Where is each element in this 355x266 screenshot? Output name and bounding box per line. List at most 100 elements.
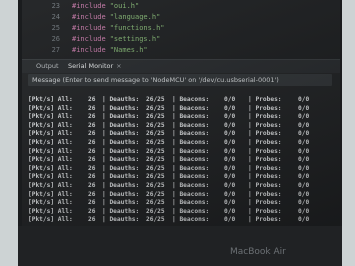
all-count: 26 — [88, 182, 96, 189]
beacons-label: | Beacons: — [172, 113, 210, 121]
probes-value: 0/0 — [298, 164, 310, 172]
row-prefix: [Pkt/s] All: — [28, 130, 73, 138]
row-prefix: [Pkt/s] All: — [28, 147, 73, 155]
include-file: "language.h" — [109, 13, 161, 21]
all-count: 26 — [88, 121, 96, 129]
probes-value: 0/0 — [298, 190, 310, 198]
beacons-label: | Beacons: — [172, 207, 210, 215]
all-count: 26 — [88, 190, 96, 198]
all-count: 26 — [88, 199, 96, 207]
tab-serial-monitor-label: Serial Monitor — [68, 62, 114, 70]
row-prefix: [Pkt/s] All: — [28, 173, 73, 181]
tab-serial-monitor[interactable]: Serial Monitor × — [68, 60, 122, 73]
include-keyword: #include — [72, 2, 106, 10]
all-count: 26 — [88, 104, 96, 112]
beacons-label: | Beacons: — [172, 96, 210, 103]
beacons-value: 0/0 — [224, 104, 236, 112]
deauths-value: 26/25 — [146, 182, 165, 189]
beacons-label: | Beacons: — [172, 173, 210, 181]
beacons-value: 0/0 — [224, 173, 236, 181]
probes-label: | Probes: — [248, 121, 282, 129]
include-keyword: #include — [72, 24, 106, 32]
all-count: 26 — [88, 207, 96, 215]
probes-value: 0/0 — [298, 104, 310, 112]
deauths-value: 26/25 — [146, 104, 165, 112]
code-line: 23 #include "oui.h" — [44, 1, 140, 11]
close-icon[interactable]: × — [116, 62, 121, 70]
deauths-label: | Deauths: — [102, 156, 140, 164]
row-prefix: [Pkt/s] All: — [28, 216, 73, 224]
deauths-value: 26/25 — [146, 199, 165, 207]
all-count: 26 — [88, 96, 96, 103]
deauths-label: | Deauths: — [102, 164, 140, 172]
row-prefix: [Pkt/s] All: — [28, 164, 73, 172]
probes-label: | Probes: — [248, 199, 282, 207]
probes-label: | Probes: — [248, 190, 282, 198]
beacons-label: | Beacons: — [172, 164, 210, 172]
beacons-value: 0/0 — [224, 164, 236, 172]
line-number: 26 — [51, 35, 60, 43]
probes-label: | Probes: — [248, 147, 282, 155]
serial-message-input[interactable]: Message (Enter to send message to 'NodeM… — [28, 74, 332, 86]
deauths-label: | Deauths: — [102, 104, 140, 112]
row-prefix: [Pkt/s] All: — [28, 207, 73, 215]
row-prefix: [Pkt/s] All: — [28, 121, 73, 129]
probes-label: | Probes: — [248, 113, 282, 121]
probes-value: 0/0 — [298, 199, 310, 207]
probes-label: | Probes: — [248, 139, 282, 146]
probes-value: 0/0 — [298, 173, 310, 181]
deauths-value: 26/25 — [146, 130, 165, 138]
serial-output: [Pkt/s] All: 26 | Deauths: 26/25 | Beacons: 0… — [28, 96, 328, 226]
deauths-label: | Deauths: — [102, 190, 140, 198]
probes-value: 0/0 — [298, 96, 310, 103]
probes-label: | Probes: — [248, 207, 282, 215]
probes-value: 0/0 — [298, 139, 310, 146]
row-prefix: [Pkt/s] All: — [28, 96, 73, 103]
probes-label: | Probes: — [248, 104, 282, 112]
include-file: "oui.h" — [109, 2, 140, 10]
panel-tab-bar: Output Serial Monitor × — [22, 59, 340, 73]
deauths-label: | Deauths: — [102, 139, 140, 146]
code-line: 26 #include "settings.h" — [44, 34, 161, 44]
beacons-value: 0/0 — [224, 216, 236, 224]
deauths-label: | Deauths: — [102, 121, 140, 129]
device-brand-label: MacBook Air — [230, 247, 286, 257]
row-prefix: [Pkt/s] All: — [28, 139, 73, 146]
probes-label: | Probes: — [248, 96, 282, 103]
deauths-value: 26/25 — [146, 216, 165, 224]
probes-label: | Probes: — [248, 156, 282, 164]
beacons-value: 0/0 — [224, 139, 236, 146]
deauths-label: | Deauths: — [102, 216, 140, 224]
include-keyword: #include — [72, 46, 106, 54]
deauths-value: 26/25 — [146, 156, 165, 164]
beacons-label: | Beacons: — [172, 147, 210, 155]
all-count: 26 — [88, 156, 96, 164]
probes-label: | Probes: — [248, 173, 282, 181]
tab-output[interactable]: Output — [36, 60, 59, 73]
line-number: 23 — [51, 2, 60, 10]
code-line: 25 #include "functions.h" — [44, 23, 165, 33]
all-count: 26 — [88, 173, 96, 181]
beacons-label: | Beacons: — [172, 190, 210, 198]
row-prefix: [Pkt/s] All: — [28, 156, 73, 164]
line-number: 27 — [51, 46, 60, 54]
code-editor[interactable]: 23 #include "oui.h" 24 #include "language.h"… — [22, 0, 340, 60]
probes-value: 0/0 — [298, 113, 310, 121]
probes-value: 0/0 — [298, 147, 310, 155]
deauths-value: 26/25 — [146, 113, 165, 121]
beacons-label: | Beacons: — [172, 156, 210, 164]
deauths-label: | Deauths: — [102, 130, 140, 138]
beacons-label: | Beacons: — [172, 216, 210, 224]
probes-label: | Probes: — [248, 216, 282, 224]
row-prefix: [Pkt/s] All: — [28, 190, 73, 198]
beacons-label: | Beacons: — [172, 199, 210, 207]
probes-label: | Probes: — [248, 130, 282, 138]
beacons-label: | Beacons: — [172, 182, 210, 189]
probes-label: | Probes: — [248, 164, 282, 172]
deauths-value: 26/25 — [146, 207, 165, 215]
include-keyword: #include — [72, 35, 106, 43]
beacons-label: | Beacons: — [172, 121, 210, 129]
probes-label: | Probes: — [248, 182, 282, 189]
beacons-value: 0/0 — [224, 147, 236, 155]
deauths-value: 26/25 — [146, 96, 165, 103]
